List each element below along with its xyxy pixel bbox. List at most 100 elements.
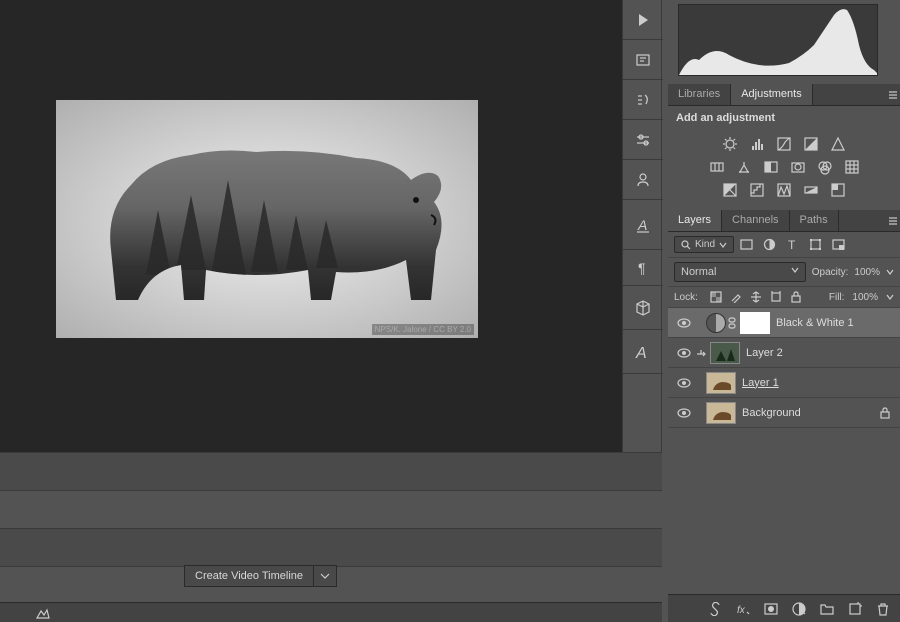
visibility-toggle[interactable]: [672, 406, 696, 420]
tab-layers[interactable]: Layers: [668, 210, 722, 231]
gradient-map-icon[interactable]: [803, 181, 820, 198]
fill-value[interactable]: 100%: [852, 292, 878, 303]
filter-smart-icon[interactable]: [832, 238, 845, 251]
threshold-icon[interactable]: [776, 181, 793, 198]
lock-all-icon[interactable]: [790, 291, 802, 303]
paragraph-panel-button[interactable]: ¶: [623, 250, 663, 286]
filter-kind-dropdown[interactable]: Kind: [674, 236, 734, 253]
panel-menu-button[interactable]: [886, 210, 900, 231]
visibility-toggle[interactable]: [672, 376, 696, 390]
chevron-down-icon: [719, 241, 727, 249]
lock-artboard-icon[interactable]: [770, 291, 782, 303]
mountain-icon: [36, 607, 50, 619]
levels-icon[interactable]: [749, 135, 766, 152]
delete-layer-button[interactable]: [876, 602, 890, 616]
channel-mixer-icon[interactable]: [816, 158, 833, 175]
filter-pixel-icon[interactable]: [740, 238, 753, 251]
histogram-display[interactable]: [678, 4, 878, 76]
layer-thumb[interactable]: [706, 402, 736, 424]
lock-pixels-icon[interactable]: [730, 291, 742, 303]
create-video-timeline-group: Create Video Timeline: [184, 565, 337, 587]
tab-paths[interactable]: Paths: [790, 210, 839, 231]
collapsed-panels-strip: A ¶ A: [622, 0, 662, 452]
layers-footer-bar: fx: [668, 594, 900, 622]
eye-icon: [677, 376, 691, 390]
layer-thumb[interactable]: [710, 342, 740, 364]
layer-name: Background: [742, 407, 801, 419]
brush-settings-button[interactable]: [623, 80, 663, 120]
play-button[interactable]: [623, 0, 663, 40]
blend-mode-bar: Normal Opacity: 100%: [668, 258, 900, 287]
eye-icon: [677, 406, 691, 420]
new-layer-button[interactable]: [848, 602, 862, 616]
lock-transparency-icon[interactable]: [710, 291, 722, 303]
layer-name: Layer 2: [746, 347, 783, 359]
lock-position-icon[interactable]: [750, 291, 762, 303]
layer-row-background[interactable]: Background: [668, 398, 900, 428]
filter-shape-icon[interactable]: [809, 238, 822, 251]
glyph-a-icon: A: [634, 343, 652, 361]
opacity-label: Opacity:: [812, 267, 849, 278]
filter-adjustment-icon[interactable]: [763, 238, 776, 251]
layer-filter-bar: Kind T: [668, 232, 900, 258]
svg-text:fx: fx: [737, 605, 746, 616]
layer-row-pixel[interactable]: Layer 1: [668, 368, 900, 398]
color-balance-icon[interactable]: [735, 158, 752, 175]
posterize-icon[interactable]: [749, 181, 766, 198]
menu-icon: [888, 216, 898, 226]
visibility-toggle[interactable]: [672, 346, 696, 360]
blend-mode-dropdown[interactable]: Normal: [674, 262, 806, 282]
black-white-icon[interactable]: [762, 158, 779, 175]
color-lookup-icon[interactable]: [843, 158, 860, 175]
properties-button[interactable]: [623, 160, 663, 200]
add-mask-button[interactable]: [764, 602, 778, 616]
filter-kind-label: Kind: [695, 239, 715, 250]
chevron-down-icon[interactable]: [886, 268, 894, 276]
timeline-header-strip: [0, 453, 662, 491]
exposure-icon[interactable]: [803, 135, 820, 152]
link-layers-button[interactable]: [708, 602, 722, 616]
create-video-timeline-button[interactable]: Create Video Timeline: [184, 565, 314, 587]
layer-thumb[interactable]: [706, 372, 736, 394]
mask-link-icon[interactable]: [728, 317, 738, 329]
adjustments-tabs: Libraries Adjustments: [668, 84, 900, 106]
tab-channels[interactable]: Channels: [722, 210, 789, 231]
tab-libraries[interactable]: Libraries: [668, 84, 731, 105]
character-panel-button[interactable]: A: [623, 200, 663, 250]
brightness-contrast-icon[interactable]: [722, 135, 739, 152]
chevron-down-icon: [791, 266, 799, 274]
character-a-icon: A: [634, 216, 652, 234]
glyphs-panel-button[interactable]: A: [623, 330, 663, 374]
layer-row-pixel[interactable]: Layer 2: [668, 338, 900, 368]
canvas-area: NPS/K. Jalone / CC BY 2.0: [0, 0, 662, 452]
photo-filter-icon[interactable]: [789, 158, 806, 175]
vibrance-icon[interactable]: [830, 135, 847, 152]
document-canvas[interactable]: NPS/K. Jalone / CC BY 2.0: [56, 100, 478, 338]
opacity-value[interactable]: 100%: [854, 267, 880, 278]
layer-list: Black & White 1 Layer 2 Layer 1 Backgrou…: [668, 308, 900, 428]
tab-adjustments[interactable]: Adjustments: [731, 84, 813, 105]
hue-saturation-icon[interactable]: [708, 158, 725, 175]
new-group-button[interactable]: [820, 602, 834, 616]
eye-icon: [677, 346, 691, 360]
svg-text:A: A: [635, 345, 647, 361]
layer-mask-thumb[interactable]: [740, 312, 770, 334]
visibility-toggle[interactable]: [672, 316, 696, 330]
layer-style-button[interactable]: fx: [736, 602, 750, 616]
sliders-icon: [635, 132, 651, 148]
info-panel-button[interactable]: [623, 40, 663, 80]
chevron-down-icon[interactable]: [886, 293, 894, 301]
create-video-timeline-dropdown[interactable]: [314, 565, 337, 587]
filter-type-icon[interactable]: T: [786, 238, 799, 251]
brush-list-icon: [635, 92, 651, 108]
curves-icon[interactable]: [776, 135, 793, 152]
3d-panel-button[interactable]: [623, 286, 663, 330]
panel-menu-button[interactable]: [886, 84, 900, 105]
layer-name: Black & White 1: [776, 317, 854, 329]
layer-row-adjustment[interactable]: Black & White 1: [668, 308, 900, 338]
selective-color-icon[interactable]: [830, 181, 847, 198]
invert-icon[interactable]: [722, 181, 739, 198]
clone-source-button[interactable]: [623, 120, 663, 160]
layers-panel: Layers Channels Paths Kind T Normal Opac…: [668, 210, 900, 594]
new-adjustment-button[interactable]: [792, 602, 806, 616]
